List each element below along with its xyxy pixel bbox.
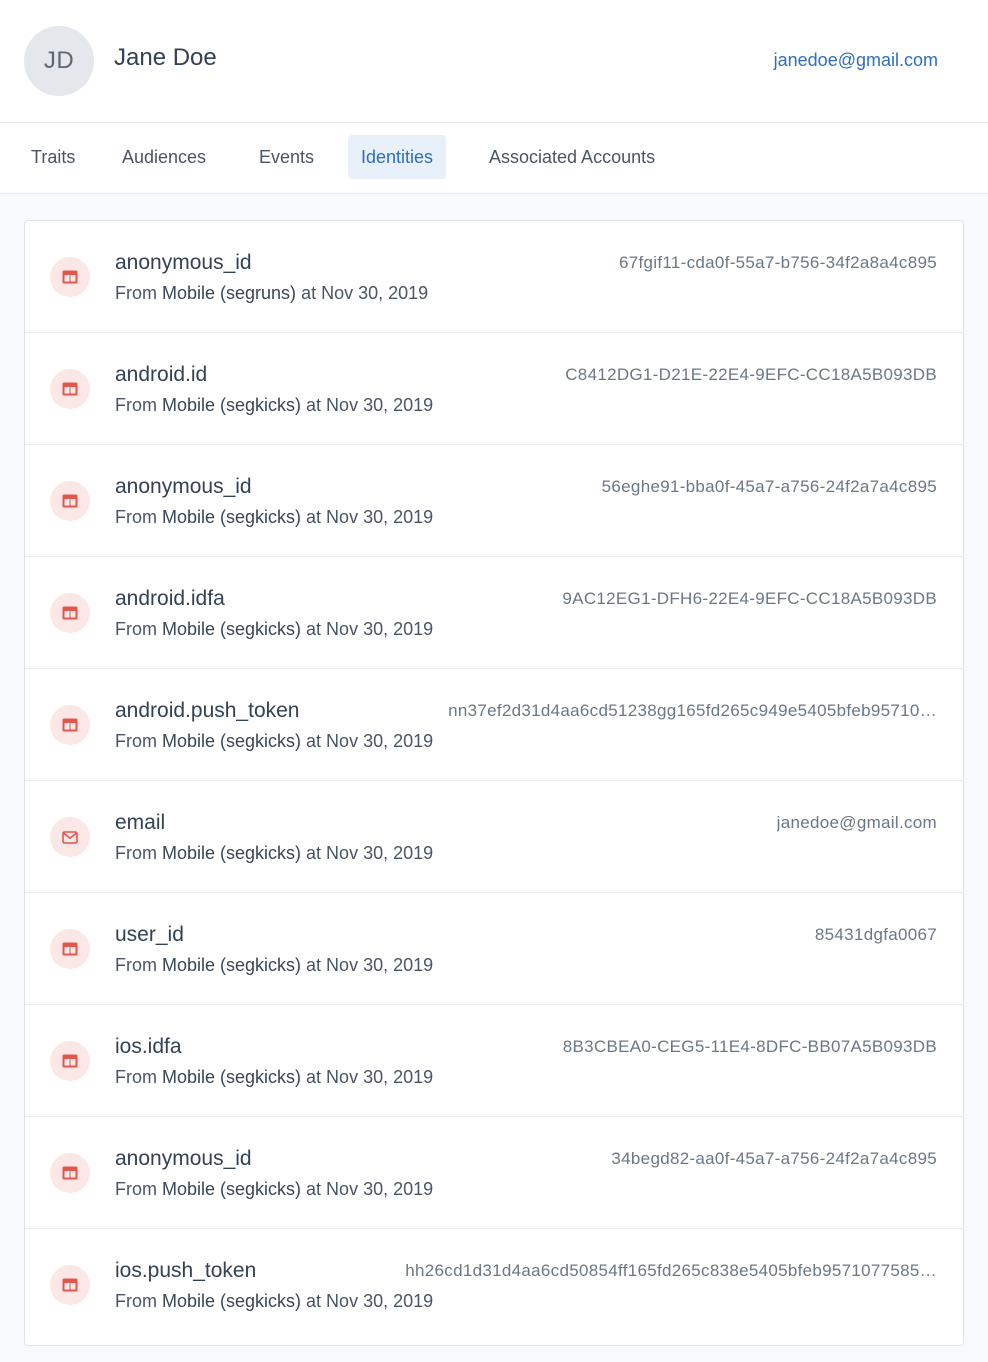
identity-value: C8412DG1-D21E-22E4-9EFC-CC18A5B093DB	[565, 365, 937, 384]
user-email-link[interactable]: janedoe@gmail.com	[774, 50, 938, 71]
source-date: at Nov 30, 2019	[301, 1291, 434, 1311]
identity-key: user_id	[115, 923, 184, 946]
table-icon	[50, 1153, 90, 1193]
source-prefix: From	[115, 843, 162, 863]
identity-row: anonymous_id From Mobile (segkicks) at No…	[25, 445, 963, 557]
source-prefix: From	[115, 1291, 162, 1311]
source-date: at Nov 30, 2019	[301, 1067, 434, 1087]
source-prefix: From	[115, 395, 162, 415]
identity-source: From Mobile (segkicks) at Nov 30, 2019	[115, 731, 433, 752]
identities-list: anonymous_id From Mobile (segruns) at Nov…	[24, 220, 964, 1346]
source-name: Mobile (segkicks)	[162, 731, 302, 751]
identity-key: anonymous_id	[115, 1147, 252, 1170]
identity-source: From Mobile (segkicks) at Nov 30, 2019	[115, 1179, 433, 1200]
table-icon	[50, 1265, 90, 1305]
source-prefix: From	[115, 283, 162, 303]
source-date: at Nov 30, 2019	[301, 955, 434, 975]
identity-value: 85431dgfa0067	[814, 925, 937, 944]
identity-key: android.push_token	[115, 699, 300, 722]
identity-value: 56eghe91-bba0f-45a7-a756-24f2a7a4c895	[601, 477, 937, 496]
table-icon	[50, 705, 90, 745]
source-name: Mobile (segkicks)	[162, 1179, 302, 1199]
identity-key: email	[115, 811, 166, 834]
user-name: Jane Doe	[114, 44, 217, 71]
identity-source: From Mobile (segkicks) at Nov 30, 2019	[115, 843, 433, 864]
identity-value: janedoe@gmail.com	[776, 813, 937, 832]
identity-row: anonymous_id From Mobile (segkicks) at No…	[25, 1117, 963, 1229]
source-date: at Nov 30, 2019	[301, 395, 434, 415]
tab-traits[interactable]: Traits	[18, 135, 88, 179]
identity-source: From Mobile (segkicks) at Nov 30, 2019	[115, 395, 433, 416]
identity-value: 34begd82-aa0f-45a7-a756-24f2a7a4c895	[611, 1149, 937, 1168]
source-date: at Nov 30, 2019	[301, 507, 434, 527]
identity-key: android.idfa	[115, 587, 225, 610]
identity-key: ios.push_token	[115, 1259, 257, 1282]
table-icon	[50, 593, 90, 633]
source-prefix: From	[115, 507, 162, 527]
identity-value: 67fgif11-cda0f-55a7-b756-34f2a8a4c895	[619, 253, 937, 272]
identity-value: 9AC12EG1-DFH6-22E4-9EFC-CC18A5B093DB	[562, 589, 937, 608]
source-name: Mobile (segkicks)	[162, 955, 302, 975]
table-icon	[50, 1041, 90, 1081]
identity-source: From Mobile (segruns) at Nov 30, 2019	[115, 283, 428, 304]
profile-header: JD Jane Doe janedoe@gmail.com	[0, 0, 988, 123]
table-icon	[50, 481, 90, 521]
identity-row: android.id From Mobile (segkicks) at Nov …	[25, 333, 963, 445]
source-date: at Nov 30, 2019	[301, 731, 434, 751]
identity-value: 8B3CBEA0-CEG5-11E4-8DFC-BB07A5B093DB	[562, 1037, 937, 1056]
identity-key: ios.idfa	[115, 1035, 182, 1058]
avatar: JD	[24, 26, 94, 96]
source-prefix: From	[115, 731, 162, 751]
source-date: at Nov 30, 2019	[296, 283, 429, 303]
tab-associated-accounts[interactable]: Associated Accounts	[476, 135, 668, 179]
source-prefix: From	[115, 619, 162, 639]
identity-source: From Mobile (segkicks) at Nov 30, 2019	[115, 955, 433, 976]
identity-source: From Mobile (segkicks) at Nov 30, 2019	[115, 1291, 433, 1312]
tab-identities[interactable]: Identities	[348, 135, 447, 179]
identity-row: android.push_token From Mobile (segkicks)…	[25, 669, 963, 781]
identity-value: nn37ef2d31d4aa6cd51238gg165fd265c949e540…	[448, 701, 937, 720]
tab-audiences[interactable]: Audiences	[109, 135, 219, 179]
tab-events[interactable]: Events	[246, 135, 327, 179]
identity-row: ios.idfa From Mobile (segkicks) at Nov 30…	[25, 1005, 963, 1117]
source-prefix: From	[115, 1179, 162, 1199]
identity-source: From Mobile (segkicks) at Nov 30, 2019	[115, 619, 433, 640]
table-icon	[50, 369, 90, 409]
identity-row: ios.push_token From Mobile (segkicks) at …	[25, 1229, 963, 1341]
source-name: Mobile (segkicks)	[162, 1291, 302, 1311]
table-icon	[50, 929, 90, 969]
identity-row: anonymous_id From Mobile (segruns) at Nov…	[25, 221, 963, 333]
source-prefix: From	[115, 955, 162, 975]
identity-source: From Mobile (segkicks) at Nov 30, 2019	[115, 507, 433, 528]
source-name: Mobile (segkicks)	[162, 843, 302, 863]
source-prefix: From	[115, 1067, 162, 1087]
source-name: Mobile (segkicks)	[162, 507, 302, 527]
source-date: at Nov 30, 2019	[301, 1179, 434, 1199]
identity-row: android.idfa From Mobile (segkicks) at No…	[25, 557, 963, 669]
identity-value: hh26cd1d31d4aa6cd50854ff165fd265c838e540…	[405, 1261, 937, 1280]
table-icon	[50, 257, 90, 297]
identity-key: android.id	[115, 363, 208, 386]
identity-key: anonymous_id	[115, 475, 252, 498]
tab-bar: Traits Audiences Events Identities Assoc…	[0, 123, 988, 194]
source-name: Mobile (segkicks)	[162, 1067, 302, 1087]
identity-key: anonymous_id	[115, 251, 252, 274]
mail-icon	[50, 817, 90, 857]
identity-source: From Mobile (segkicks) at Nov 30, 2019	[115, 1067, 433, 1088]
source-name: Mobile (segruns)	[162, 283, 297, 303]
source-name: Mobile (segkicks)	[162, 395, 302, 415]
source-name: Mobile (segkicks)	[162, 619, 302, 639]
identity-row: user_id From Mobile (segkicks) at Nov 30,…	[25, 893, 963, 1005]
source-date: at Nov 30, 2019	[301, 843, 434, 863]
identity-row: email From Mobile (segkicks) at Nov 30, 2…	[25, 781, 963, 893]
source-date: at Nov 30, 2019	[301, 619, 434, 639]
